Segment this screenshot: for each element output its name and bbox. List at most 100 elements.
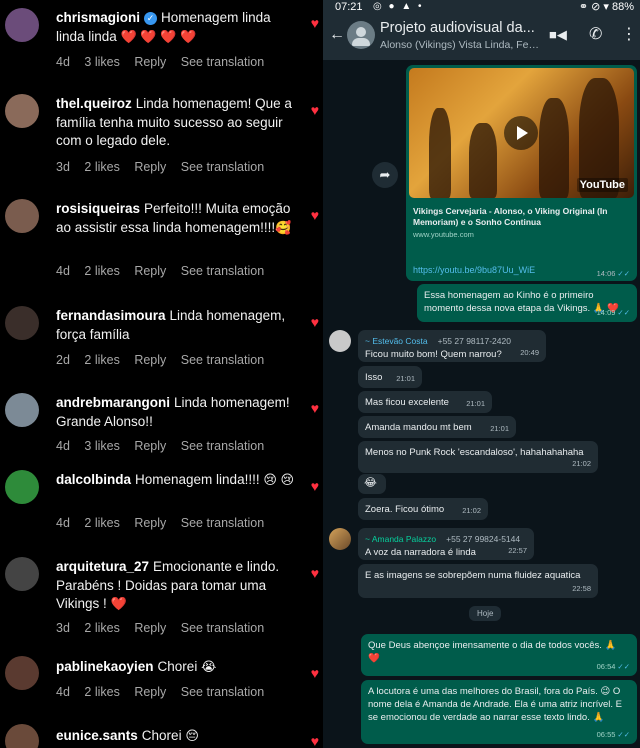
comment-username[interactable]: eunice.sants [56,728,138,743]
sender-name[interactable]: ~ Amanda Palazzo [365,534,436,544]
message-time: 06:54 [596,662,616,671]
see-translation-link[interactable]: See translation [181,516,264,530]
comment-username[interactable]: andrebmarangoni [56,395,170,410]
comment-likes[interactable]: 2 likes [84,353,119,367]
like-heart-icon[interactable]: ♥ [311,665,319,681]
see-translation-link[interactable]: See translation [181,439,264,453]
comment-age: 2d [56,353,70,367]
message-bubble-incoming[interactable]: ~ Amanda Palazzo +55 27 99824-5144 A voz … [358,528,534,560]
date-separator: Hoje [469,606,502,621]
comment-likes[interactable]: 2 likes [84,264,119,278]
back-arrow-icon[interactable]: ← [329,26,345,44]
message-bubble-incoming[interactable]: Menos no Punk Rock 'escandaloso', hahaha… [358,441,598,473]
comment-likes[interactable]: 2 likes [84,621,119,635]
message-time: 06:55 [596,730,616,739]
message-bubble-incoming[interactable]: E as imagens se sobrepõem numa fluidez a… [358,564,598,598]
sender-name[interactable]: ~ Estevão Costa [365,336,428,346]
see-translation-link[interactable]: See translation [181,160,264,174]
see-translation-link[interactable]: See translation [181,55,264,69]
comment-username[interactable]: arquitetura_27 [56,559,149,574]
like-heart-icon[interactable]: ♥ [311,565,319,581]
see-translation-link[interactable]: See translation [181,264,264,278]
comment-username[interactable]: chrismagioni [56,10,140,25]
comment-likes[interactable]: 3 likes [84,55,119,69]
message-bubble-incoming[interactable]: Amanda mandou mt bem 21:01 [358,416,516,438]
like-heart-icon[interactable]: ♥ [311,733,319,748]
video-title[interactable]: Vikings Cervejaria - Alonso, o Viking Or… [413,206,630,228]
avatar[interactable] [5,94,39,128]
message-text: Isso [365,372,383,383]
message-bubble-outgoing[interactable]: A locutora é uma das melhores do Brasil,… [361,680,637,744]
sender-phone: +55 27 99824-5144 [446,534,521,544]
voice-call-icon[interactable]: ✆ [589,24,602,44]
message-bubble-incoming[interactable]: ~ Estevão Costa +55 27 98117-2420 Ficou m… [358,330,546,362]
group-participants[interactable]: Alonso (Vikings) Vista Linda, Feli... [380,39,540,51]
message-bubble-incoming[interactable]: Mas ficou excelente 21:01 [358,391,492,413]
comment-emoji: 😔 [185,728,199,743]
avatar[interactable] [5,724,39,748]
avatar[interactable] [5,656,39,690]
message-bubble-outgoing[interactable]: Essa homenagem ao Kinho é o primeiro mom… [417,284,637,322]
avatar[interactable] [5,557,39,591]
sender-avatar[interactable] [329,528,351,550]
video-link[interactable]: https://youtu.be/9bu87Uu_WiE [413,265,535,275]
reply-button[interactable]: Reply [134,264,166,278]
comment-emoji: 😭 [201,659,217,674]
reply-button[interactable]: Reply [134,516,166,530]
reply-button[interactable]: Reply [134,439,166,453]
like-heart-icon[interactable]: ♥ [311,102,319,118]
avatar[interactable] [5,199,39,233]
forward-icon[interactable]: ➦ [372,162,398,188]
comment-username[interactable]: fernandasimoura [56,308,166,323]
like-heart-icon[interactable]: ♥ [311,207,319,223]
menu-icon[interactable]: ⋮ [621,24,637,44]
comment-age: 4d [56,55,70,69]
message-time: 20:49 [520,348,539,357]
reply-button[interactable]: Reply [134,160,166,174]
verified-badge-icon: ✓ [144,12,158,25]
reply-button[interactable]: Reply [134,685,166,699]
reply-button[interactable]: Reply [134,55,166,69]
chat-header: ← Projeto audiovisual da... Alonso (Viki… [323,14,640,60]
sender-avatar[interactable] [329,330,351,352]
group-avatar[interactable] [347,21,375,49]
like-heart-icon[interactable]: ♥ [311,400,319,416]
like-heart-icon[interactable]: ♥ [311,314,319,330]
play-icon[interactable] [504,116,538,150]
avatar[interactable] [5,393,39,427]
group-title[interactable]: Projeto audiovisual da... [380,20,540,36]
comment-username[interactable]: pablinekaoyien [56,659,154,674]
avatar[interactable] [5,8,39,42]
like-heart-icon[interactable]: ♥ [311,15,319,31]
comment-username[interactable]: thel.queiroz [56,96,132,111]
comment-username[interactable]: rosisiqueiras [56,201,140,216]
message-time: 21:01 [490,424,509,433]
comment-likes[interactable]: 3 likes [84,439,119,453]
comment-likes[interactable]: 2 likes [84,160,119,174]
comment-age: 3d [56,621,70,635]
message-bubble-incoming[interactable]: 😂 [358,474,386,494]
message-bubble-incoming[interactable]: Zoera. Ficou ótimo 21:02 [358,498,488,520]
message-bubble-outgoing[interactable]: Que Deus abençoe imensamente o dia de to… [361,634,637,676]
see-translation-link[interactable]: See translation [181,621,264,635]
comment-emoji: ❤️ ❤️ ❤️ ❤️ [120,28,197,44]
comment-text: Chorei [157,659,198,674]
avatar[interactable] [5,470,39,504]
see-translation-link[interactable]: See translation [181,353,264,367]
comment-likes[interactable]: 2 likes [84,685,119,699]
like-heart-icon[interactable]: ♥ [311,478,319,494]
read-ticks-icon: ✓✓ [617,308,630,317]
message-bubble-incoming[interactable]: Isso 21:01 [358,366,422,388]
video-thumbnail[interactable]: YouTube [409,68,634,198]
reply-button[interactable]: Reply [134,621,166,635]
comment-likes[interactable]: 2 likes [84,516,119,530]
reply-button[interactable]: Reply [134,353,166,367]
message-text: Mas ficou excelente [365,397,449,408]
video-call-icon[interactable]: ■◀ [549,27,567,43]
see-translation-link[interactable]: See translation [181,685,264,699]
youtube-link-message[interactable]: YouTube Vikings Cervejaria - Alonso, o V… [406,65,637,281]
avatar[interactable] [5,306,39,340]
comment-username[interactable]: dalcolbinda [56,472,131,487]
message-text: Ficou muito bom! Quem narrou? [365,349,502,360]
whatsapp-chat-panel: 07:21 ◎ ● ▲ • ⚭ ⊘ ▾ 88% ← Projeto audiov… [323,0,640,748]
